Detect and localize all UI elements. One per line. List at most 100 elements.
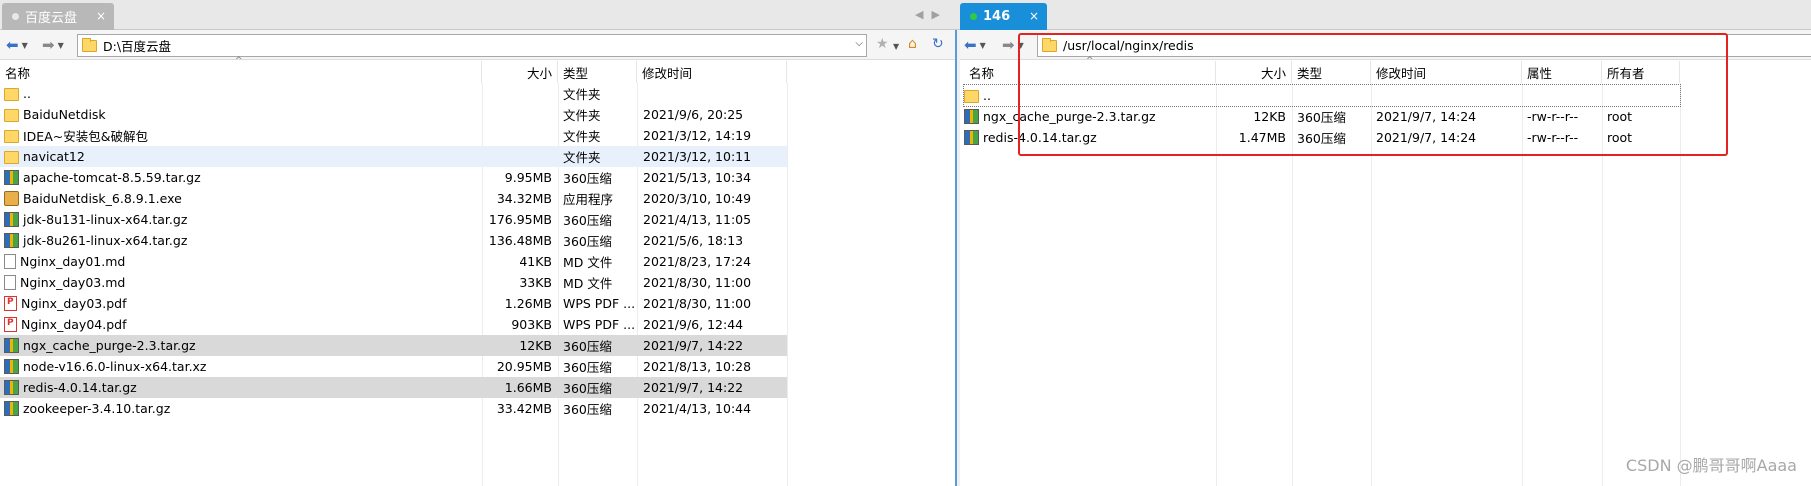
cell-size-text: 9.95MB — [504, 170, 552, 185]
cell-owner: root — [1607, 127, 1681, 148]
column-header-type[interactable]: 类型 — [1292, 61, 1371, 83]
cell-name: .. — [964, 85, 1214, 106]
cell-type: MD 文件 — [563, 272, 637, 293]
cell-type: 360压缩 — [563, 356, 637, 377]
file-name: zookeeper-3.4.10.tar.gz — [23, 401, 171, 416]
archive-icon — [4, 401, 19, 416]
local-path-text: D:\百度云盘 — [103, 39, 172, 54]
file-row[interactable]: Nginx_day03.pdf 1.26MB WPS PDF ... 2021/8/3… — [0, 293, 787, 314]
cell-name: apache-tomcat-8.5.59.tar.gz — [4, 167, 480, 188]
chevron-down-icon[interactable]: ▼ — [893, 42, 899, 51]
cell-type-text: 360压缩 — [563, 381, 612, 396]
tab-remote[interactable]: 146 × — [960, 3, 1047, 30]
column-header-size[interactable]: 大小 — [482, 61, 558, 83]
close-icon[interactable]: × — [1029, 9, 1039, 23]
file-row[interactable]: redis-4.0.14.tar.gz 1.47MB 360压缩 2021/9/7, … — [964, 127, 1680, 148]
local-address-bar: ⬅ ▼ ➡ ▼ D:\百度云盘 ⌵ ★ ▼ ⌂ ↻ — [0, 30, 955, 60]
cell-size: 41KB — [482, 251, 552, 272]
file-row[interactable]: jdk-8u261-linux-x64.tar.gz 136.48MB 360压缩 2… — [0, 230, 787, 251]
file-row[interactable]: Nginx_day01.md 41KB MD 文件 2021/8/23, 17:24 — [0, 251, 787, 272]
cell-size: 1.47MB — [1216, 127, 1286, 148]
local-path-input[interactable]: D:\百度云盘 ⌵ — [77, 34, 867, 57]
cell-size-text: 41KB — [519, 254, 552, 269]
file-row[interactable]: node-v16.6.0-linux-x64.tar.xz 20.95MB 360压… — [0, 356, 787, 377]
cell-owner-text: root — [1607, 130, 1633, 145]
cell-type-text: 文件夹 — [563, 150, 601, 165]
file-name: .. — [983, 88, 991, 103]
file-row[interactable]: BaiduNetdisk_6.8.9.1.exe 34.32MB 应用程序 2020/… — [0, 188, 787, 209]
cell-mtime-text: 2020/3/10, 10:49 — [643, 191, 752, 206]
chevron-down-icon: ▼ — [979, 40, 986, 50]
bookmark-star-icon[interactable]: ★ — [876, 36, 889, 52]
back-button[interactable]: ⬅ ▼ — [6, 35, 28, 55]
file-row[interactable]: zookeeper-3.4.10.tar.gz 33.42MB 360压缩 2021/… — [0, 398, 787, 419]
cell-name: ngx_cache_purge-2.3.tar.gz — [964, 106, 1214, 127]
cell-type: 360压缩 — [563, 398, 637, 419]
cell-size-text: 34.32MB — [496, 191, 552, 206]
file-name: ngx_cache_purge-2.3.tar.gz — [23, 338, 196, 353]
column-header-type[interactable]: 类型 — [558, 61, 637, 83]
column-divider — [787, 83, 788, 486]
column-header-owner[interactable]: 所有者 — [1602, 61, 1680, 83]
file-name: redis-4.0.14.tar.gz — [983, 130, 1097, 145]
cell-mtime — [1376, 85, 1522, 106]
archive-icon — [4, 170, 19, 185]
cell-size-text: 33.42MB — [496, 401, 552, 416]
cell-size-text: 12KB — [519, 338, 552, 353]
file-name: node-v16.6.0-linux-x64.tar.xz — [23, 359, 207, 374]
pdf-icon — [4, 296, 17, 311]
forward-button[interactable]: ➡ ▼ — [42, 35, 64, 55]
folder-icon — [4, 108, 19, 122]
cell-mtime-text: 2021/8/30, 11:00 — [643, 296, 752, 311]
refresh-icon[interactable]: ↻ — [932, 36, 944, 52]
archive-icon — [964, 130, 979, 145]
cell-name: jdk-8u131-linux-x64.tar.gz — [4, 209, 480, 230]
file-row[interactable]: ngx_cache_purge-2.3.tar.gz 12KB 360压缩 2021/… — [0, 335, 787, 356]
file-row[interactable]: navicat12 文件夹 2021/3/12, 10:11 — [0, 146, 787, 167]
column-header-attributes[interactable]: 属性 — [1522, 61, 1602, 83]
remote-path-input[interactable]: /usr/local/nginx/redis — [1037, 34, 1811, 57]
back-button[interactable]: ⬅ ▼ — [964, 35, 986, 55]
file-row[interactable]: .. — [963, 84, 1681, 107]
file-row[interactable]: jdk-8u131-linux-x64.tar.gz 176.95MB 360压缩 2… — [0, 209, 787, 230]
cell-size: 1.26MB — [482, 293, 552, 314]
file-name: jdk-8u261-linux-x64.tar.gz — [23, 233, 188, 248]
cell-mtime-text: 2021/9/6, 20:25 — [643, 107, 744, 122]
forward-arrow-icon: ➡ — [42, 36, 55, 54]
file-row[interactable]: redis-4.0.14.tar.gz 1.66MB 360压缩 2021/9/7, … — [0, 377, 787, 398]
cell-name: ngx_cache_purge-2.3.tar.gz — [4, 335, 480, 356]
file-row[interactable]: apache-tomcat-8.5.59.tar.gz 9.95MB 360压缩 20… — [0, 167, 787, 188]
file-name: jdk-8u131-linux-x64.tar.gz — [23, 212, 188, 227]
cell-name: Nginx_day03.pdf — [4, 293, 480, 314]
column-header-label: 名称 — [5, 65, 31, 81]
cell-type: 文件夹 — [563, 104, 637, 125]
back-arrow-icon: ⬅ — [964, 36, 977, 54]
home-icon[interactable]: ⌂ — [908, 36, 917, 52]
cell-mtime-text: 2021/4/13, 11:05 — [643, 212, 752, 227]
cell-type-text: 360压缩 — [1297, 131, 1346, 146]
tab-local[interactable]: 百度云盘 × — [2, 3, 114, 30]
tab-remote-label: 146 — [983, 9, 1011, 24]
column-header-name[interactable]: 名称 ^ — [0, 56, 482, 83]
file-row[interactable]: ngx_cache_purge-2.3.tar.gz 12KB 360压缩 2021/… — [964, 106, 1680, 127]
cell-mtime: 2021/8/23, 17:24 — [643, 251, 787, 272]
file-row[interactable]: Nginx_day04.pdf 903KB WPS PDF ... 2021/9/6,… — [0, 314, 787, 335]
forward-button[interactable]: ➡ ▼ — [1002, 35, 1024, 55]
cell-name: Nginx_day03.md — [4, 272, 480, 293]
tab-scroll-arrows-icon[interactable]: ◀▶ — [915, 8, 948, 21]
file-row[interactable]: .. 文件夹 — [0, 83, 787, 104]
file-row[interactable]: Nginx_day03.md 33KB MD 文件 2021/8/30, 11:00 — [0, 272, 787, 293]
column-header-size[interactable]: 大小 — [1216, 61, 1292, 83]
column-header-name[interactable]: 名称 ^ — [964, 56, 1216, 83]
status-dot-icon — [12, 13, 19, 20]
chevron-down-icon[interactable]: ⌵ — [855, 38, 863, 49]
md-icon — [4, 275, 16, 290]
column-header-mtime[interactable]: 修改时间 — [637, 61, 787, 83]
close-icon[interactable]: × — [96, 9, 106, 23]
cell-name: IDEA~安装包&破解包 — [4, 125, 480, 146]
cell-type: WPS PDF ... — [563, 293, 637, 314]
column-header-mtime[interactable]: 修改时间 — [1371, 61, 1522, 83]
cell-attributes: -rw-r--r-- — [1527, 106, 1603, 127]
file-row[interactable]: IDEA~安装包&破解包 文件夹 2021/3/12, 14:19 — [0, 125, 787, 146]
file-row[interactable]: BaiduNetdisk 文件夹 2021/9/6, 20:25 — [0, 104, 787, 125]
